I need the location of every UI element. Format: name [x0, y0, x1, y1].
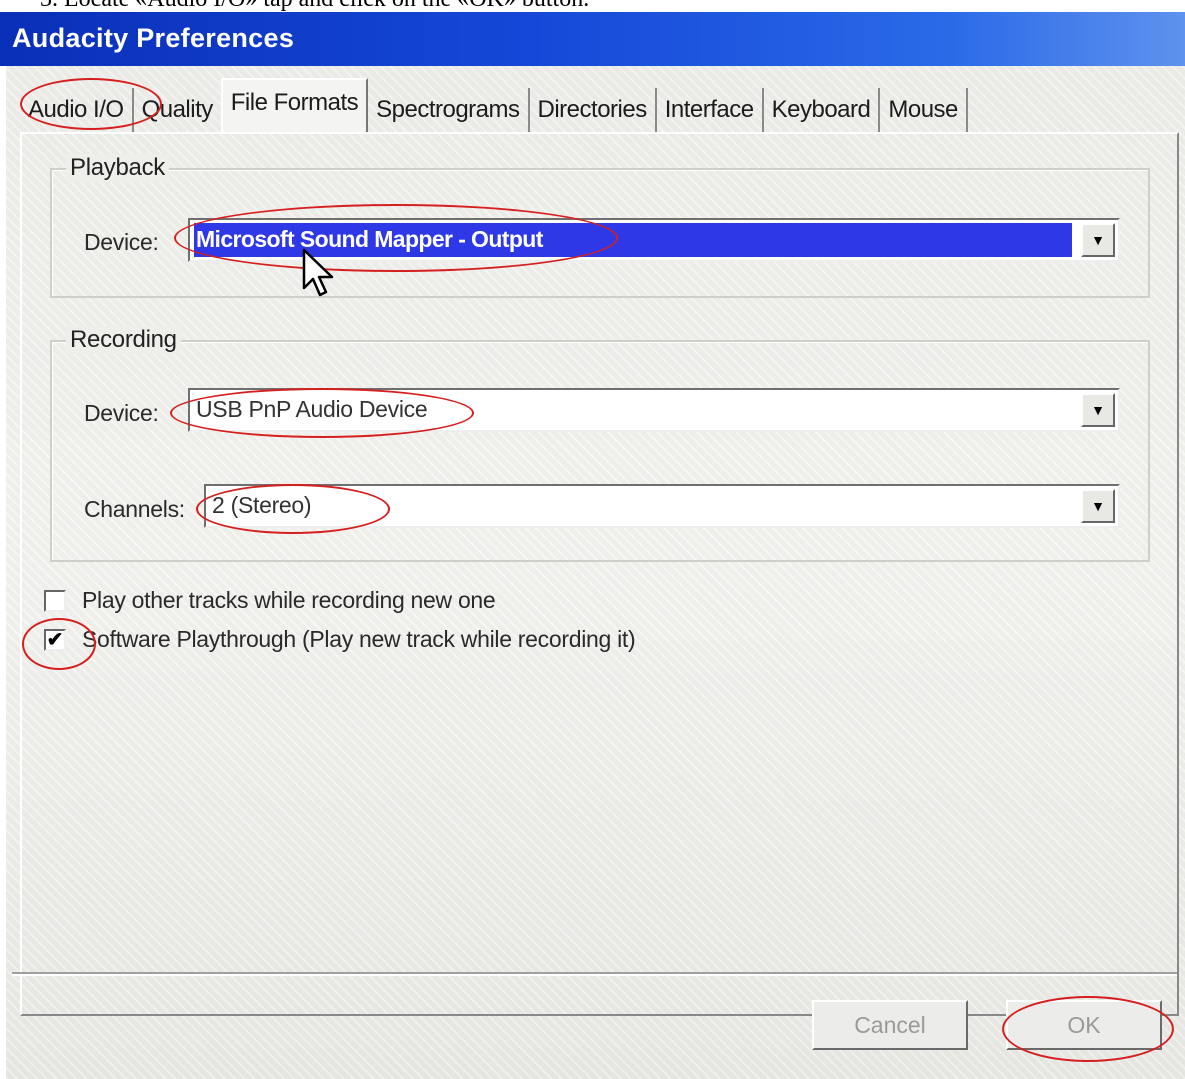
tab-strip: Audio I/O Quality File Formats Spectrogr… [20, 78, 968, 132]
tab-quality[interactable]: Quality [134, 88, 221, 132]
recording-device-label: Device: [84, 400, 159, 426]
tab-spectrograms[interactable]: Spectrograms [368, 88, 530, 132]
title-bar: Audacity Preferences [0, 12, 1185, 66]
software-playthrough-checkbox[interactable]: ✔ [44, 629, 66, 651]
cancel-button[interactable]: Cancel [812, 1000, 968, 1050]
recording-channels-dropdown[interactable]: 2 (Stereo) ▼ [204, 484, 1120, 528]
ok-button[interactable]: OK [1006, 1000, 1162, 1050]
chevron-down-icon[interactable]: ▼ [1081, 393, 1115, 427]
playback-device-label: Device: [84, 229, 159, 255]
tab-keyboard[interactable]: Keyboard [764, 88, 881, 132]
play-other-tracks-checkbox[interactable] [44, 590, 66, 612]
software-playthrough-label[interactable]: Software Playthrough (Play new track whi… [82, 626, 636, 653]
recording-device-value: USB PnP Audio Device [196, 396, 428, 422]
recording-legend: Recording [66, 326, 181, 354]
recording-device-dropdown[interactable]: USB PnP Audio Device ▼ [188, 388, 1120, 432]
recording-channels-label: Channels: [84, 496, 185, 522]
tab-audio-io[interactable]: Audio I/O [20, 88, 134, 132]
recording-group: Recording [50, 326, 1150, 562]
tab-mouse[interactable]: Mouse [880, 88, 968, 132]
recording-channels-value: 2 (Stereo) [212, 492, 312, 518]
playback-device-value: Microsoft Sound Mapper - Output [196, 226, 543, 252]
chevron-down-icon[interactable]: ▼ [1081, 223, 1115, 257]
chevron-down-icon[interactable]: ▼ [1081, 489, 1115, 523]
playback-legend: Playback [66, 154, 169, 182]
play-other-tracks-label[interactable]: Play other tracks while recording new on… [82, 587, 496, 614]
tab-directories[interactable]: Directories [530, 88, 657, 132]
preferences-dialog: Audio I/O Quality File Formats Spectrogr… [4, 66, 1185, 1079]
mouse-cursor-icon [302, 248, 334, 297]
button-separator [12, 972, 1177, 976]
instruction-caption: 3. Locate «Audio I/O» tap and click on t… [40, 0, 589, 12]
tab-file-formats[interactable]: File Formats [220, 78, 369, 132]
tab-interface[interactable]: Interface [657, 88, 764, 132]
window-title: Audacity Preferences [12, 23, 295, 53]
